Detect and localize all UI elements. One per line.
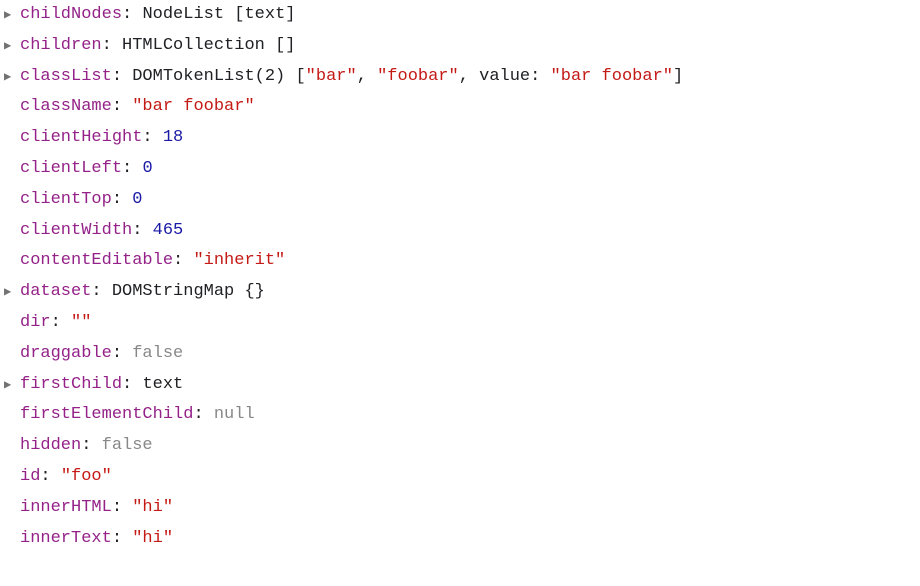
colon: : (193, 400, 213, 431)
property-row: clientTop: 0 (4, 185, 920, 216)
value-num: 0 (142, 154, 152, 185)
value-typeword: DOMStringMap (112, 277, 245, 308)
value-str: "" (71, 308, 91, 339)
expand-arrow-icon[interactable]: ▶ (4, 277, 20, 308)
colon: : (132, 216, 152, 247)
property-row[interactable]: ▶childNodes: NodeList [text] (4, 0, 920, 31)
property-key: innerText (20, 524, 112, 555)
property-row: dir: "" (4, 308, 920, 339)
property-key: clientTop (20, 185, 112, 216)
property-key: draggable (20, 339, 112, 370)
property-row[interactable]: ▶dataset: DOMStringMap {} (4, 277, 920, 308)
colon: : (122, 370, 142, 401)
colon: : (40, 462, 60, 493)
colon: : (112, 92, 132, 123)
colon: : (112, 339, 132, 370)
property-row: innerText: "hi" (4, 524, 920, 555)
property-row: hidden: false (4, 431, 920, 462)
value-typeword: text (142, 370, 183, 401)
expand-arrow-icon[interactable]: ▶ (4, 0, 20, 31)
property-row: id: "foo" (4, 462, 920, 493)
property-key: dataset (20, 277, 91, 308)
value-typeword: text (244, 0, 285, 31)
property-key: childNodes (20, 0, 122, 31)
property-row: draggable: false (4, 339, 920, 370)
property-row[interactable]: ▶classList: DOMTokenList(2) ["bar", "foo… (4, 62, 920, 93)
value-str: "bar" (306, 62, 357, 93)
colon: : (173, 246, 193, 277)
value-punct: , value: (459, 62, 551, 93)
property-row: className: "bar foobar" (4, 92, 920, 123)
value-punct: ] (285, 0, 295, 31)
value-punct: {} (244, 277, 264, 308)
value-str: "foobar" (377, 62, 459, 93)
expand-arrow-icon[interactable]: ▶ (4, 370, 20, 401)
property-row: innerHTML: "hi" (4, 493, 920, 524)
property-key: className (20, 92, 112, 123)
colon: : (112, 493, 132, 524)
property-row[interactable]: ▶children: HTMLCollection [] (4, 31, 920, 62)
property-row[interactable]: ▶firstChild: text (4, 370, 920, 401)
value-typeword: DOMTokenList(2) (132, 62, 295, 93)
value-typeword: NodeList (142, 0, 234, 31)
colon: : (142, 123, 162, 154)
colon: : (81, 431, 101, 462)
value-typeword: HTMLCollection (122, 31, 275, 62)
colon: : (91, 277, 111, 308)
value-punct: [ (234, 0, 244, 31)
property-key: clientHeight (20, 123, 142, 154)
property-row: clientHeight: 18 (4, 123, 920, 154)
property-key: hidden (20, 431, 81, 462)
colon: : (102, 31, 122, 62)
value-punct: [ (295, 62, 305, 93)
property-key: firstElementChild (20, 400, 193, 431)
value-str: "bar foobar" (551, 62, 673, 93)
value-punct: [] (275, 31, 295, 62)
property-key: children (20, 31, 102, 62)
property-key: dir (20, 308, 51, 339)
property-key: firstChild (20, 370, 122, 401)
property-key: classList (20, 62, 112, 93)
colon: : (112, 185, 132, 216)
colon: : (122, 0, 142, 31)
value-punct: ] (673, 62, 683, 93)
value-str: "inherit" (193, 246, 285, 277)
value-str: "hi" (132, 493, 173, 524)
value-str: "hi" (132, 524, 173, 555)
colon: : (112, 62, 132, 93)
property-row: contentEditable: "inherit" (4, 246, 920, 277)
property-key: clientLeft (20, 154, 122, 185)
value-kw: false (102, 431, 153, 462)
value-kw: false (132, 339, 183, 370)
value-null: null (214, 400, 255, 431)
expand-arrow-icon[interactable]: ▶ (4, 31, 20, 62)
property-key: clientWidth (20, 216, 132, 247)
property-row: clientLeft: 0 (4, 154, 920, 185)
value-str: "bar foobar" (132, 92, 254, 123)
value-num: 18 (163, 123, 183, 154)
value-punct: , (357, 62, 377, 93)
value-num: 0 (132, 185, 142, 216)
property-key: innerHTML (20, 493, 112, 524)
value-str: "foo" (61, 462, 112, 493)
colon: : (122, 154, 142, 185)
property-key: id (20, 462, 40, 493)
property-row: firstElementChild: null (4, 400, 920, 431)
expand-arrow-icon[interactable]: ▶ (4, 62, 20, 93)
object-inspector: ▶childNodes: NodeList [text]▶children: H… (0, 0, 920, 554)
colon: : (51, 308, 71, 339)
property-row: clientWidth: 465 (4, 216, 920, 247)
value-num: 465 (153, 216, 184, 247)
colon: : (112, 524, 132, 555)
property-key: contentEditable (20, 246, 173, 277)
